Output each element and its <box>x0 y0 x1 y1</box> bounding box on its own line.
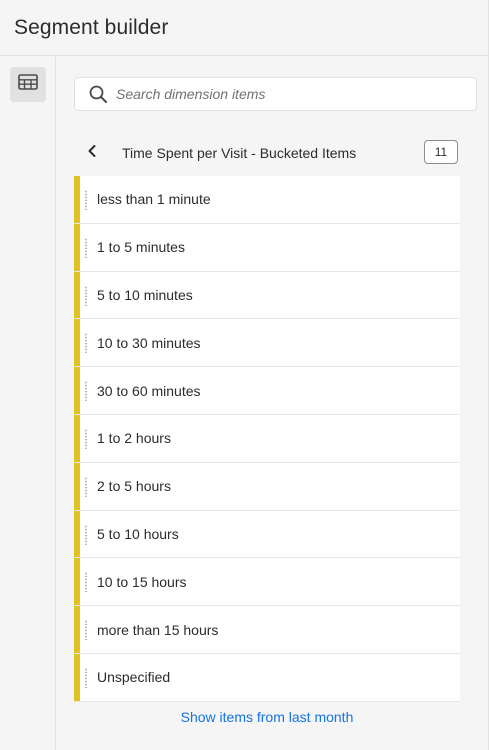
drag-handle-icon[interactable] <box>85 381 87 402</box>
item-label: 5 to 10 hours <box>97 525 179 542</box>
item-label: less than 1 minute <box>97 191 211 208</box>
list-item[interactable]: 10 to 15 hours <box>74 558 460 607</box>
item-label: 30 to 60 minutes <box>97 382 201 399</box>
list-item[interactable]: 1 to 2 hours <box>74 414 460 463</box>
item-label: 1 to 5 minutes <box>97 239 185 256</box>
item-label: 1 to 2 hours <box>97 430 171 447</box>
drag-handle-icon[interactable] <box>85 476 87 497</box>
dimension-item-list: less than 1 minute 1 to 5 minutes 5 to 1… <box>74 176 460 702</box>
list-item[interactable]: 1 to 5 minutes <box>74 223 460 272</box>
item-label: 10 to 30 minutes <box>97 334 201 351</box>
item-label: 10 to 15 hours <box>97 573 187 590</box>
drag-handle-icon[interactable] <box>85 620 87 641</box>
list-item[interactable]: less than 1 minute <box>74 176 460 224</box>
item-color-bar <box>74 367 80 414</box>
list-header: Time Spent per Visit - Bucketed Items 11 <box>74 137 460 169</box>
item-count-badge: 11 <box>424 140 458 164</box>
list-item[interactable]: more than 15 hours <box>74 606 460 654</box>
drag-handle-icon[interactable] <box>85 667 87 688</box>
item-color-bar <box>74 462 80 510</box>
list-item[interactable]: 5 to 10 minutes <box>74 271 460 320</box>
item-color-bar <box>74 414 80 462</box>
drag-handle-icon[interactable] <box>85 524 87 545</box>
item-color-bar <box>74 319 80 367</box>
item-label: Unspecified <box>97 669 171 686</box>
left-rail <box>0 57 56 750</box>
segment-builder-panel: Segment builder Search dimension items T… <box>0 0 489 750</box>
search-icon <box>88 84 108 104</box>
item-label: 5 to 10 minutes <box>97 286 193 303</box>
list-item[interactable]: 2 to 5 hours <box>74 462 460 511</box>
search-field[interactable] <box>74 77 477 111</box>
panel-header: Segment builder <box>0 0 488 56</box>
panel-title: Segment builder <box>14 15 169 39</box>
item-label: more than 15 hours <box>97 621 219 638</box>
list-item[interactable]: 30 to 60 minutes <box>74 367 460 415</box>
show-items-last-month-link[interactable]: Show items from last month <box>74 709 460 725</box>
list-item[interactable]: Unspecified <box>74 653 460 702</box>
item-color-bar <box>74 510 80 558</box>
dimension-browser: Time Spent per Visit - Bucketed Items 11… <box>57 57 488 750</box>
item-color-bar <box>74 271 80 319</box>
drag-handle-icon[interactable] <box>85 572 87 593</box>
drag-handle-icon[interactable] <box>85 285 87 306</box>
chevron-left-icon <box>87 144 97 163</box>
back-button[interactable] <box>80 141 104 165</box>
item-color-bar <box>74 606 80 653</box>
dimensions-panel-icon <box>18 74 38 95</box>
list-item[interactable]: 10 to 30 minutes <box>74 319 460 368</box>
item-color-bar <box>74 223 80 271</box>
item-color-bar <box>74 176 80 223</box>
search-input[interactable] <box>116 86 456 102</box>
list-item[interactable]: 5 to 10 hours <box>74 510 460 559</box>
item-color-bar <box>74 558 80 606</box>
drag-handle-icon[interactable] <box>85 237 87 258</box>
item-label: 2 to 5 hours <box>97 478 171 495</box>
dimensions-panel-button[interactable] <box>10 67 46 102</box>
drag-handle-icon[interactable] <box>85 428 87 449</box>
drag-handle-icon[interactable] <box>85 333 87 354</box>
item-color-bar <box>74 653 80 701</box>
drag-handle-icon[interactable] <box>85 190 87 210</box>
dimension-title: Time Spent per Visit - Bucketed Items <box>122 145 357 161</box>
